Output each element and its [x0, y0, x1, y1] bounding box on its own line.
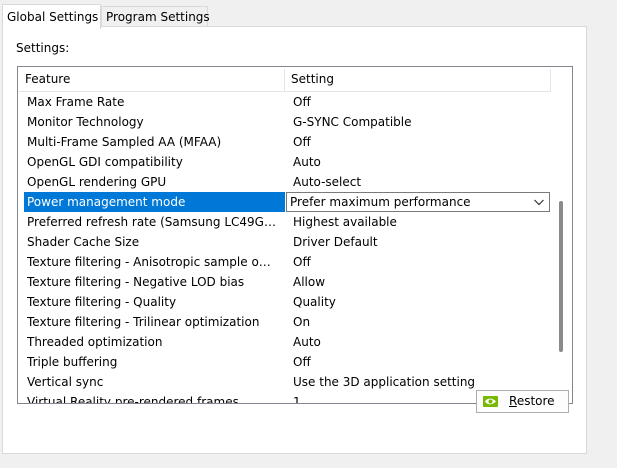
setting-value: Off: [293, 135, 311, 149]
setting-value: Off: [293, 95, 311, 109]
feature-name: Texture filtering - Trilinear optimizati…: [27, 315, 260, 329]
list-item-selected[interactable]: Power management mode Prefer maximum per…: [18, 192, 551, 212]
scrollbar-thumb[interactable]: [559, 201, 563, 352]
list-item[interactable]: Texture filtering - Negative LOD bias Al…: [18, 272, 551, 292]
list-item[interactable]: Threaded optimization Auto: [18, 332, 551, 352]
setting-value: Allow: [293, 275, 326, 289]
setting-value: Off: [293, 355, 311, 369]
nvidia-control-panel-settings: Global Settings Program Settings Setting…: [0, 0, 617, 468]
column-separator[interactable]: [284, 69, 285, 91]
feature-name: Texture filtering - Negative LOD bias: [27, 275, 245, 289]
list-item[interactable]: Shader Cache Size Driver Default: [18, 232, 551, 252]
setting-value: Highest available: [293, 215, 397, 229]
list-header: Feature Setting: [18, 67, 551, 92]
setting-value: Use the 3D application setting: [293, 375, 476, 389]
feature-name: Virtual Reality pre-rendered frames: [27, 395, 239, 404]
list-item[interactable]: OpenGL GDI compatibility Auto: [18, 152, 551, 172]
list-rows: Max Frame Rate Off Monitor Technology G-…: [18, 92, 551, 404]
feature-name: Preferred refresh rate (Samsung LC49G9..…: [27, 215, 277, 229]
setting-value: Driver Default: [293, 235, 378, 249]
feature-name: OpenGL rendering GPU: [27, 175, 167, 189]
vertical-scrollbar[interactable]: [551, 67, 572, 403]
list-item[interactable]: Virtual Reality pre-rendered frames 1: [18, 392, 551, 404]
setting-value: Auto-select: [293, 175, 362, 189]
dropdown-selected-value: Prefer maximum performance: [290, 195, 471, 209]
setting-value: Auto: [293, 155, 321, 169]
list-item[interactable]: Texture filtering - Anisotropic sample o…: [18, 252, 551, 272]
list-item[interactable]: Max Frame Rate Off: [18, 92, 551, 112]
list-item[interactable]: Monitor Technology G-SYNC Compatible: [18, 112, 551, 132]
restore-mnemonic: R: [509, 394, 517, 408]
column-header-feature[interactable]: Feature: [25, 67, 283, 91]
list-item[interactable]: Triple buffering Off: [18, 352, 551, 372]
feature-name: OpenGL GDI compatibility: [27, 155, 183, 169]
list-item[interactable]: Texture filtering - Trilinear optimizati…: [18, 312, 551, 332]
nvidia-logo-icon: [483, 396, 498, 407]
list-item[interactable]: OpenGL rendering GPU Auto-select: [18, 172, 551, 192]
tab-program-settings[interactable]: Program Settings: [101, 6, 210, 26]
feature-name: Power management mode: [27, 195, 186, 209]
column-header-setting[interactable]: Setting: [291, 67, 549, 91]
list-item[interactable]: Preferred refresh rate (Samsung LC49G9..…: [18, 212, 551, 232]
list-item[interactable]: Vertical sync Use the 3D application set…: [18, 372, 551, 392]
setting-value: Auto: [293, 335, 321, 349]
setting-value: On: [293, 315, 311, 329]
feature-name: Texture filtering - Anisotropic sample o…: [27, 255, 277, 269]
setting-value: Off: [293, 255, 311, 269]
feature-name: Monitor Technology: [27, 115, 144, 129]
feature-name: Vertical sync: [27, 375, 104, 389]
restore-label-rest: estore: [516, 394, 555, 408]
settings-label: Settings:: [16, 41, 70, 55]
settings-list[interactable]: Feature Setting Max Frame Rate Off Monit…: [17, 66, 573, 404]
feature-name: Texture filtering - Quality: [27, 295, 177, 309]
tab-global-settings-label: Global Settings: [7, 10, 99, 24]
feature-name: Shader Cache Size: [27, 235, 140, 249]
list-item[interactable]: Multi-Frame Sampled AA (MFAA) Off: [18, 132, 551, 152]
feature-name: Threaded optimization: [27, 335, 163, 349]
feature-name: Multi-Frame Sampled AA (MFAA): [27, 135, 222, 149]
tab-strip: Global Settings Program Settings: [0, 2, 617, 29]
list-item[interactable]: Texture filtering - Quality Quality: [18, 292, 551, 312]
restore-button[interactable]: Restore: [476, 390, 569, 413]
chevron-down-icon[interactable]: [533, 195, 545, 209]
restore-button-label: Restore: [509, 391, 555, 412]
tab-program-settings-label: Program Settings: [106, 10, 210, 24]
setting-value: Quality: [293, 295, 336, 309]
tab-global-settings[interactable]: Global Settings: [2, 4, 101, 29]
setting-value: G-SYNC Compatible: [293, 115, 412, 129]
feature-name: Triple buffering: [27, 355, 118, 369]
feature-name: Max Frame Rate: [27, 95, 125, 109]
power-management-mode-dropdown[interactable]: Prefer maximum performance: [286, 192, 550, 212]
